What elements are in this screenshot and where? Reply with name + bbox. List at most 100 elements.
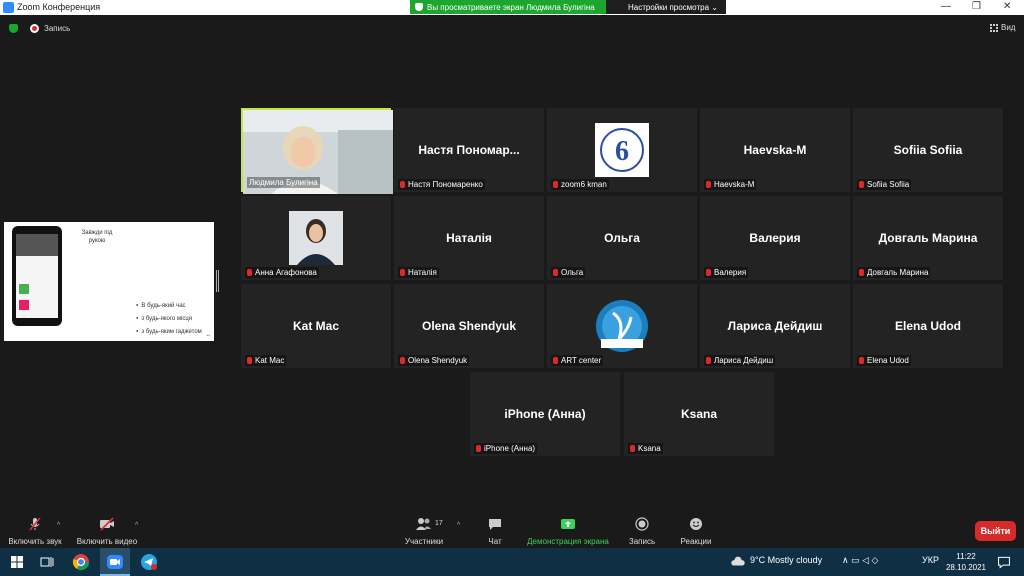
participant-display-name: Настя Пономар... [418,143,520,157]
task-view-icon[interactable] [38,553,56,571]
participant-tile[interactable]: Довгаль Марина Довгаль Марина [853,196,1003,280]
participant-tile[interactable]: Elena Udod Elena Udod [853,284,1003,368]
participant-display-name: iPhone (Анна) [504,407,586,421]
participant-tile[interactable]: 6 zoom6 kman [547,108,697,192]
participant-tile[interactable]: Kat Mac Kat Mac [241,284,391,368]
system-tray-icons[interactable]: ∧ ▭ ◁ ◇ [842,555,878,566]
slide-bullet: з будь-якого місця [136,312,202,325]
mic-muted-icon [400,357,405,364]
participants-label: Участники [404,537,444,546]
chat-icon [489,519,501,530]
school-logo-icon: 6 [595,123,649,177]
chrome-icon[interactable] [72,553,90,571]
participants-options-caret[interactable]: ^ [457,522,460,529]
participant-display-name: Валерия [749,231,801,245]
participant-name-label: Olena Shendyuk [398,355,470,366]
windows-start-icon[interactable] [8,553,26,571]
mic-muted-icon [706,357,711,364]
participant-tile[interactable]: Ksana Ksana [624,372,774,456]
view-settings-button[interactable]: Настройки просмотра ⌄ [628,3,718,12]
shared-screen[interactable]: Завжди під рукою В будь-який час з будь-… [4,222,214,341]
mic-muted-icon [247,357,252,364]
participant-name-label: Валерия [704,267,749,278]
participant-tile[interactable]: Haevska-M Haevska-M [700,108,850,192]
participant-tile[interactable]: Лариса Дейдиш Лариса Дейдиш [700,284,850,368]
maximize-button[interactable]: ❐ [972,1,981,12]
weather-text[interactable]: 9°C Mostly cloudy [750,555,822,565]
mic-muted-icon [706,269,711,276]
participant-tile[interactable]: Анна Агафонова [241,196,391,280]
phone-screen [16,234,58,318]
participant-tile[interactable]: Валерия Валерия [700,196,850,280]
record-button[interactable]: Запись [624,510,660,546]
notifications-icon[interactable] [997,553,1011,571]
clock-time: 11:22 [956,552,976,561]
phone-screen-tile [19,300,29,310]
grid-view-icon[interactable] [990,24,998,32]
share-screen-label: Демонстрация экрана [527,537,609,546]
participant-name-text: Ksana [638,444,661,453]
participant-name-label: iPhone (Анна) [474,443,538,454]
participants-button[interactable]: Участники [400,510,448,546]
slide-title-line: рукою [88,238,106,244]
active-speaker-tile[interactable]: Людмила Булигіна [241,108,393,194]
participant-display-name: Наталія [446,231,492,245]
view-button[interactable]: Вид [1001,23,1015,32]
start-video-button[interactable]: Включить видео [74,510,140,546]
participant-name-text: Ольга [561,268,584,277]
encryption-shield-icon[interactable] [9,24,18,33]
participant-name-label: Ksana [628,443,663,454]
start-video-label: Включить видео [76,537,138,546]
taskbar-clock[interactable]: 11:22 28.10.2021 [942,551,990,573]
participant-tile[interactable]: Настя Пономар... Настя Пономаренко [394,108,544,192]
audio-options-caret[interactable]: ^ [57,522,60,529]
participant-name-label: Haevska-M [704,179,757,190]
chat-button[interactable]: Чат [480,510,510,546]
participant-display-name: Ольга [604,231,640,245]
slide-bullet: з будь-яким гаджетом [136,325,201,338]
participant-display-name: Ksana [680,407,718,421]
phone-screen-header [16,234,58,256]
telegram-icon[interactable] [140,553,158,571]
weather-cloud-icon[interactable] [730,553,746,571]
mic-muted-icon [553,269,558,276]
share-screen-button[interactable]: Демонстрация экрана [524,510,612,546]
participant-name-text: Наталія [408,268,437,277]
leave-button[interactable]: Выйти [975,521,1016,541]
participant-tile[interactable]: Sofiia Sofiia Sofiia Sofiia [853,108,1003,192]
minimize-button[interactable]: — [941,1,951,12]
video-options-caret[interactable]: ^ [135,522,138,529]
shield-icon [415,3,423,11]
close-button[interactable]: ✕ [1003,1,1011,12]
participant-display-name: Лариса Дейдиш [727,319,823,333]
participant-tile[interactable]: iPhone (Анна) iPhone (Анна) [470,372,620,456]
participant-name-text: Лариса Дейдиш [714,356,774,365]
participant-tile[interactable]: Ольга Ольга [547,196,697,280]
participant-tile[interactable]: ART center [547,284,697,368]
mic-muted-icon [247,269,252,276]
participants-icon [416,518,431,530]
reactions-button[interactable]: Реакции [676,510,716,546]
participant-name-text: Elena Udod [867,356,909,365]
participant-name-text: ART center [561,356,602,365]
recording-icon [30,24,39,33]
participant-name-label: Довгаль Марина [857,267,931,278]
participant-display-name: Elena Udod [894,319,961,333]
reactions-label: Реакции [680,537,712,546]
smiley-icon [690,518,702,530]
participant-display-name: Olena Shendyuk [421,319,517,333]
participant-name-text: iPhone (Анна) [484,444,536,453]
participant-name-label: Kat Mac [245,355,287,366]
resize-splitter[interactable] [216,270,219,292]
participant-tile[interactable]: Наталія Наталія [394,196,544,280]
mic-muted-icon [630,445,635,452]
record-label: Запись [628,537,656,546]
participant-name-label: Sofiia Sofiia [857,179,912,190]
participant-tile[interactable]: Olena Shendyuk Olena Shendyuk [394,284,544,368]
mic-muted-icon [553,357,558,364]
zoom-app-icon [3,2,14,13]
language-indicator[interactable]: УКР [922,555,939,565]
clock-date: 28.10.2021 [945,563,987,572]
slide-bullet: В будь-який час [136,299,202,312]
zoom-taskbar-icon[interactable] [106,553,124,571]
